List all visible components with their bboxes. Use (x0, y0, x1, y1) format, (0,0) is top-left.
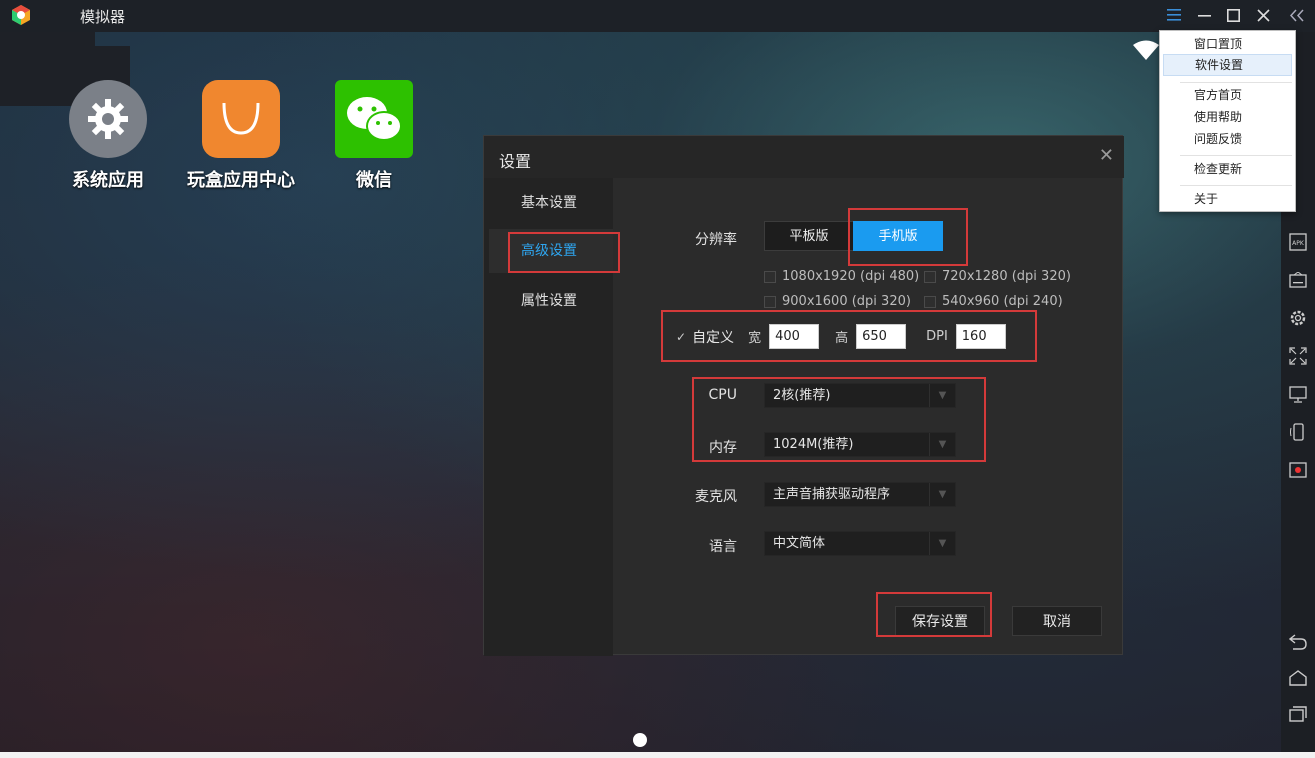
minimize-icon[interactable] (1192, 4, 1216, 26)
close-icon[interactable] (1251, 4, 1275, 26)
desktop-icon-label: 系统应用 (72, 170, 144, 191)
menu-item-help[interactable]: 使用帮助 (1163, 106, 1292, 128)
menu-item-software-settings[interactable]: 软件设置 (1163, 54, 1292, 76)
rotate-icon[interactable] (1288, 422, 1308, 442)
fullscreen-icon[interactable] (1288, 346, 1308, 366)
memory-select-value: 1024M(推荐) (773, 437, 854, 452)
record-icon[interactable] (1288, 460, 1308, 480)
desktop-icon-label: 微信 (356, 170, 392, 191)
height-label: 高 (835, 331, 849, 346)
checkbox[interactable] (764, 295, 776, 308)
cancel-button[interactable]: 取消 (1012, 606, 1102, 636)
cpu-label: CPU (708, 387, 737, 403)
cpu-select[interactable]: 2核(推荐) ▼ (764, 383, 956, 408)
screen-icon[interactable] (1288, 384, 1308, 404)
dialog-title: 设置 (499, 152, 532, 171)
checkbox[interactable] (764, 270, 776, 283)
resolution-option[interactable]: 540x960 (dpi 240) (924, 294, 1063, 309)
checkbox[interactable] (924, 295, 936, 308)
dialog-close-icon[interactable]: ✕ (1099, 147, 1114, 165)
settings-nav: 基本设置 高级设置 属性设置 (484, 178, 613, 656)
width-input[interactable] (769, 324, 820, 349)
apk-install-icon[interactable]: APK (1288, 232, 1308, 252)
wifi-icon (1133, 40, 1159, 60)
chevron-down-icon: ▼ (929, 433, 955, 456)
microphone-select-value: 主声音捕获驱动程序 (773, 487, 891, 502)
resolution-option-label: 1080x1920 (dpi 480) (782, 269, 920, 284)
desktop-icon-label: 玩盒应用中心 (187, 170, 295, 191)
back-icon[interactable] (1288, 632, 1308, 652)
checkbox[interactable] (924, 270, 936, 283)
resolution-option[interactable]: 900x1600 (dpi 320) (764, 294, 911, 309)
gear-icon (69, 80, 147, 158)
menu-item-check-updates[interactable]: 检查更新 (1163, 158, 1292, 180)
resolution-option[interactable]: 720x1280 (dpi 320) (924, 269, 1071, 284)
desktop-icon-system-apps[interactable]: 系统应用 (43, 80, 173, 192)
nav-basic-settings[interactable]: 基本设置 (489, 181, 613, 225)
menu-separator (1180, 155, 1292, 156)
nav-property-settings[interactable]: 属性设置 (489, 279, 613, 323)
language-label: 语言 (709, 539, 737, 555)
memory-select[interactable]: 1024M(推荐) ▼ (764, 432, 956, 457)
microphone-select[interactable]: 主声音捕获驱动程序 ▼ (764, 482, 956, 507)
settings-gear-icon[interactable] (1288, 308, 1308, 328)
chevron-down-icon: ▼ (929, 384, 955, 407)
dpi-input[interactable] (955, 324, 1006, 349)
wallpaper-dark-patch (0, 32, 95, 46)
resolution-option-label: 720x1280 (dpi 320) (942, 269, 1071, 284)
microphone-label: 麦克风 (695, 489, 737, 505)
save-settings-button[interactable]: 保存设置 (895, 606, 985, 636)
menu-item-feedback[interactable]: 问题反馈 (1163, 128, 1292, 150)
settings-body: 分辨率 平板版 手机版 1080x1920 (dpi 480) 720x1280… (613, 178, 1124, 656)
desktop-icon-app-center[interactable]: 玩盒应用中心 (176, 80, 306, 192)
phone-mode-button[interactable]: 手机版 (853, 221, 943, 251)
shopping-bag-icon (202, 80, 280, 158)
page-indicator-dot[interactable] (633, 733, 647, 747)
svg-text:APK: APK (1292, 240, 1305, 247)
title-bar: 模拟器 (0, 0, 1315, 32)
recent-apps-icon[interactable] (1288, 704, 1308, 724)
language-select-value: 中文简体 (773, 536, 826, 551)
resolution-label: 分辨率 (695, 232, 737, 248)
menu-separator (1180, 185, 1292, 186)
menu-item-pin-window[interactable]: 窗口置顶 (1163, 33, 1292, 55)
maximize-icon[interactable] (1221, 4, 1245, 26)
bottom-strip (0, 752, 1315, 758)
chevron-down-icon: ▼ (929, 483, 955, 506)
desktop-icon-wechat[interactable]: 微信 (309, 80, 439, 192)
menu-item-about[interactable]: 关于 (1163, 188, 1292, 210)
tablet-mode-button[interactable]: 平板版 (764, 221, 854, 251)
chevron-down-icon: ▼ (929, 532, 955, 555)
custom-label: 自定义 (692, 329, 735, 346)
collapse-icon[interactable] (1285, 4, 1309, 26)
menu-separator (1180, 82, 1292, 83)
keyboard-icon[interactable] (1288, 270, 1308, 290)
nav-advanced-settings[interactable]: 高级设置 (489, 229, 613, 273)
language-select[interactable]: 中文简体 ▼ (764, 531, 956, 556)
resolution-option-label: 900x1600 (dpi 320) (782, 294, 911, 309)
menu-item-official-homepage[interactable]: 官方首页 (1163, 84, 1292, 106)
menu-icon[interactable] (1162, 4, 1186, 26)
dpi-label: DPI (926, 329, 948, 344)
custom-resolution-row: ✓ 自定义 宽 高 DPI (676, 324, 1006, 349)
custom-checkbox[interactable]: ✓ (676, 330, 686, 344)
width-label: 宽 (748, 331, 762, 346)
window-title: 模拟器 (80, 8, 126, 26)
home-icon[interactable] (1288, 668, 1308, 688)
settings-dialog: 设置 ✕ 基本设置 高级设置 属性设置 分辨率 平板版 手机版 1080x192… (483, 135, 1124, 656)
wechat-icon (335, 80, 413, 158)
memory-label: 内存 (709, 440, 737, 456)
resolution-option-label: 540x960 (dpi 240) (942, 294, 1063, 309)
dialog-header: 设置 ✕ (484, 136, 1124, 178)
resolution-option[interactable]: 1080x1920 (dpi 480) (764, 269, 919, 284)
app-logo-icon (12, 5, 30, 25)
cpu-select-value: 2核(推荐) (773, 388, 831, 403)
main-menu-dropdown: 窗口置顶 软件设置 官方首页 使用帮助 问题反馈 检查更新 关于 (1159, 30, 1296, 212)
height-input[interactable] (856, 324, 907, 349)
